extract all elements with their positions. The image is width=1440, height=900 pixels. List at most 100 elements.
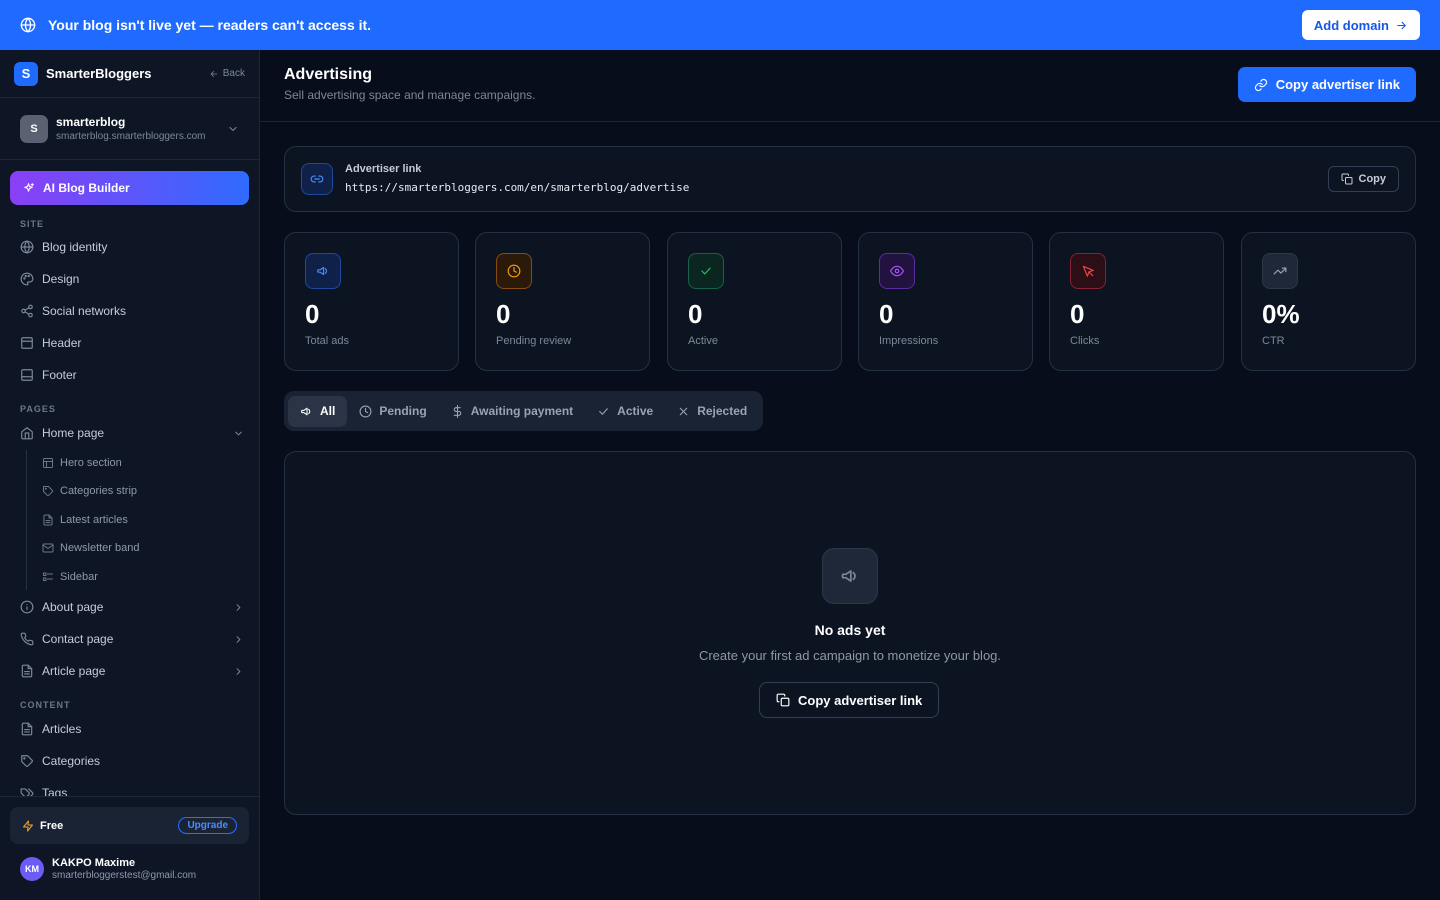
share-icon bbox=[21, 304, 33, 318]
sidebar-item-about-page[interactable]: About page bbox=[20, 595, 244, 619]
phone-icon bbox=[20, 632, 34, 646]
user-name: KAKPO Maxime bbox=[52, 857, 136, 869]
sidebar-subitem-label: Latest articles bbox=[60, 514, 128, 526]
plan-name: Free bbox=[40, 819, 64, 832]
ad-status-tabs: All Pending Awaiting payment Active Reje… bbox=[284, 391, 764, 431]
chevron-right-icon bbox=[233, 634, 244, 645]
copy-link-button[interactable]: Copy bbox=[1327, 166, 1399, 192]
advertiser-link-card: Advertiser link https://smarterbloggers.… bbox=[284, 146, 1416, 212]
tab-pending[interactable]: Pending bbox=[347, 396, 438, 427]
banner-message: Your blog isn't live yet — readers can't… bbox=[48, 17, 372, 33]
empty-state: No ads yet Create your first ad campaign… bbox=[284, 451, 1416, 815]
stat-value: 0 bbox=[305, 299, 320, 329]
stat-card-pending-review: 0 Pending review bbox=[475, 232, 650, 371]
stat-label: Total ads bbox=[305, 335, 350, 347]
sidebar-item-home-page[interactable]: Home page bbox=[20, 421, 244, 445]
palette-icon bbox=[20, 272, 34, 286]
sidebar-subitem-sidebar[interactable]: Sidebar bbox=[42, 567, 98, 587]
sidebar-item-header[interactable]: Header bbox=[20, 331, 244, 355]
sidebar-footer: Free Upgrade KM KAKPO Maxime smarterblog… bbox=[0, 796, 259, 900]
sidebar-item-design[interactable]: Design bbox=[20, 267, 244, 291]
clock-icon bbox=[496, 253, 532, 289]
link-icon bbox=[301, 163, 333, 195]
stat-card-ctr: 0% CTR bbox=[1241, 232, 1416, 371]
page-header: Advertising Sell advertising space and m… bbox=[260, 50, 1440, 122]
user-email: smarterbloggerstest@gmail.com bbox=[52, 870, 197, 881]
copy-icon bbox=[776, 693, 790, 707]
clock-icon bbox=[359, 405, 372, 417]
link-icon bbox=[1254, 78, 1267, 91]
arrow-right-icon bbox=[1397, 21, 1406, 29]
stat-card-active: 0 Active bbox=[667, 232, 842, 371]
sidebar-brand: S SmarterBloggers Back bbox=[0, 50, 259, 98]
stat-label: Impressions bbox=[879, 335, 939, 347]
user-profile[interactable]: KM KAKPO Maxime smarterbloggerstest@gmai… bbox=[20, 857, 196, 881]
page-title: Advertising bbox=[284, 66, 373, 83]
tab-label: All bbox=[320, 404, 336, 418]
sidebar-item-footer[interactable]: Footer bbox=[20, 363, 244, 387]
sidebar-item-label: Article page bbox=[42, 664, 106, 678]
sidebar-subitem-hero-section[interactable]: Hero section bbox=[42, 453, 122, 473]
document-icon bbox=[43, 514, 53, 526]
sidebar-item-label: Contact page bbox=[42, 632, 114, 646]
sidebar-item-label: About page bbox=[42, 600, 104, 614]
blog-selector[interactable]: S smarterblog smarterblog.smarterblogger… bbox=[0, 98, 259, 160]
sidebar-item-blog-identity[interactable]: Blog identity bbox=[20, 235, 244, 259]
back-label: Back bbox=[222, 68, 245, 79]
stat-card-clicks: 0 Clicks bbox=[1049, 232, 1224, 371]
section-label-content: CONTENT bbox=[20, 700, 71, 710]
advertiser-link-url: https://smarterbloggers.com/en/smarterbl… bbox=[345, 181, 690, 194]
sidebar-subitem-categories-strip[interactable]: Categories strip bbox=[42, 481, 137, 501]
megaphone-icon bbox=[301, 407, 311, 415]
back-button[interactable]: Back bbox=[209, 68, 245, 79]
stat-value: 0 bbox=[1070, 299, 1085, 329]
eye-icon bbox=[879, 253, 915, 289]
sidebar-item-label: Footer bbox=[42, 368, 77, 382]
header-layout-icon bbox=[21, 337, 33, 349]
stat-value: 0 bbox=[688, 299, 703, 329]
sidebar: S SmarterBloggers Back S smarterblog sma… bbox=[0, 50, 260, 900]
page-subtitle: Sell advertising space and manage campai… bbox=[284, 88, 536, 102]
trending-up-icon bbox=[1262, 253, 1298, 289]
copy-icon bbox=[1341, 173, 1352, 185]
stat-label: Clicks bbox=[1070, 335, 1100, 347]
chevron-down-icon bbox=[233, 428, 244, 439]
stat-value: 0% bbox=[1262, 299, 1300, 329]
sidebar-item-articles[interactable]: Articles bbox=[20, 717, 244, 741]
document-icon bbox=[21, 722, 33, 736]
info-icon bbox=[20, 600, 34, 614]
add-domain-label: Add domain bbox=[1313, 17, 1389, 33]
sidebar-item-article-page[interactable]: Article page bbox=[20, 659, 244, 683]
empty-state-text: Create your first ad campaign to monetiz… bbox=[698, 648, 1002, 663]
sidebar-item-categories[interactable]: Categories bbox=[20, 749, 244, 773]
tab-label: Active bbox=[617, 404, 654, 418]
sidebar-item-label: Categories bbox=[42, 754, 101, 768]
sidebar-item-social-networks[interactable]: Social networks bbox=[20, 299, 244, 323]
stat-label: Active bbox=[688, 335, 718, 347]
tab-awaiting-payment[interactable]: Awaiting payment bbox=[439, 396, 585, 427]
sidebar-subitem-newsletter-band[interactable]: Newsletter band bbox=[42, 538, 140, 558]
tab-all[interactable]: All bbox=[288, 395, 348, 427]
tab-rejected[interactable]: Rejected bbox=[665, 396, 759, 427]
add-domain-button[interactable]: Add domain bbox=[1301, 10, 1420, 40]
sidebar-item-contact-page[interactable]: Contact page bbox=[20, 627, 244, 651]
ai-blog-builder-button[interactable]: AI Blog Builder bbox=[10, 171, 249, 205]
brand-logo: S bbox=[14, 61, 38, 86]
copy-advertiser-link-label: Copy advertiser link bbox=[1275, 77, 1400, 92]
sidebar-subitem-latest-articles[interactable]: Latest articles bbox=[42, 510, 128, 530]
empty-copy-advertiser-link-button[interactable]: Copy advertiser link bbox=[759, 682, 940, 718]
tab-active[interactable]: Active bbox=[585, 396, 665, 427]
list-icon bbox=[43, 572, 53, 581]
stat-label: CTR bbox=[1262, 335, 1285, 347]
mail-icon bbox=[42, 543, 54, 553]
copy-advertiser-link-button[interactable]: Copy advertiser link bbox=[1237, 67, 1416, 102]
ai-blog-builder-label: AI Blog Builder bbox=[43, 181, 130, 195]
stat-value: 0 bbox=[879, 299, 894, 329]
sidebar-item-label: Design bbox=[42, 272, 80, 286]
sidebar-item-label: Social networks bbox=[42, 304, 127, 318]
blog-avatar: S bbox=[20, 114, 48, 143]
arrow-left-icon bbox=[210, 70, 218, 77]
blog-name: smarterblog bbox=[56, 115, 126, 129]
upgrade-button[interactable]: Upgrade bbox=[178, 817, 237, 834]
section-label-pages: PAGES bbox=[20, 404, 56, 414]
